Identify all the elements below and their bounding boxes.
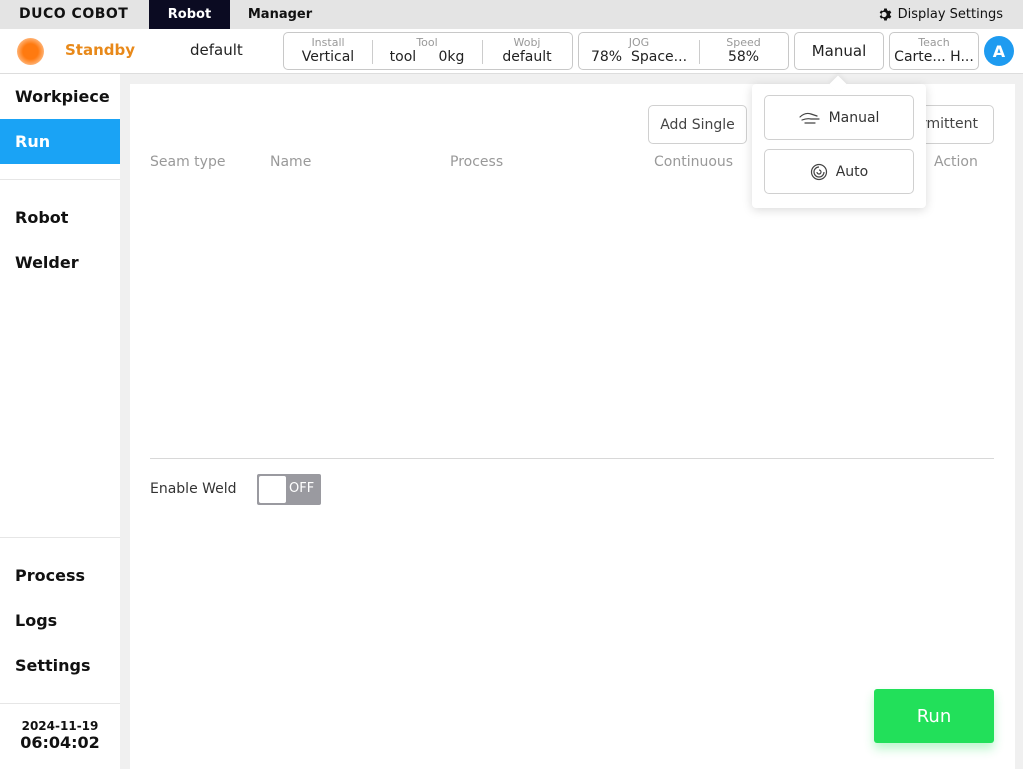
- column-header-continuous: Continuous: [654, 154, 734, 170]
- install-value: Vertical: [301, 49, 355, 65]
- install-label: Install: [311, 36, 345, 49]
- hand-icon: [798, 112, 820, 124]
- tool-name: tool: [389, 49, 417, 65]
- sidebar-item-workpiece[interactable]: Workpiece: [0, 74, 120, 119]
- sidebar-divider: [0, 537, 120, 538]
- gear-icon: [879, 8, 891, 21]
- mode-dropdown: Manual Auto: [752, 84, 926, 208]
- tab-manager[interactable]: Manager: [240, 0, 320, 29]
- column-header-name: Name: [270, 154, 312, 170]
- enable-weld-toggle[interactable]: OFF: [257, 474, 321, 505]
- jog-percent: 78%: [590, 49, 623, 65]
- jog-speed-group[interactable]: JOG 78% Space... Speed 58%: [578, 32, 789, 70]
- current-time: 06:04:02: [20, 733, 100, 752]
- avatar[interactable]: A: [984, 36, 1014, 66]
- wobj-value: default: [502, 49, 552, 65]
- sidebar-item-run[interactable]: Run: [0, 119, 120, 164]
- teach-label: Teach: [918, 36, 950, 49]
- sidebar-item-robot[interactable]: Robot: [0, 195, 120, 240]
- add-single-button[interactable]: Add Single: [648, 105, 747, 144]
- robot-state: Standby: [65, 41, 136, 59]
- mode-button[interactable]: Manual: [794, 32, 884, 70]
- toggle-state: OFF: [289, 481, 315, 496]
- tool-weight: 0kg: [438, 49, 465, 65]
- tool-label: Tool: [416, 36, 438, 49]
- wobj-label: Wobj: [513, 36, 541, 49]
- tool-value: tool 0kg: [390, 49, 465, 66]
- app-logo: DUCO COBOT: [19, 6, 129, 22]
- mode-option-manual[interactable]: Manual: [764, 95, 914, 140]
- jog-space: Space...: [631, 49, 688, 65]
- teach-cell[interactable]: Teach Carte... H...: [890, 33, 978, 69]
- sidebar-item-logs[interactable]: Logs: [0, 598, 120, 643]
- column-header-seam-type: Seam type: [150, 154, 226, 170]
- display-settings-label: Display Settings: [897, 7, 1003, 22]
- speed-label: Speed: [726, 36, 761, 49]
- jog-cell[interactable]: JOG 78% Space...: [579, 33, 699, 69]
- column-header-process: Process: [450, 154, 504, 170]
- current-date: 2024-11-19: [21, 719, 99, 733]
- display-settings-button[interactable]: Display Settings: [878, 0, 1003, 29]
- speed-value: 58%: [727, 49, 760, 65]
- mode-option-auto-label: Auto: [835, 163, 869, 180]
- status-bar: Standby default Install Vertical Tool to…: [0, 29, 1023, 74]
- program-name[interactable]: default: [190, 41, 243, 59]
- sidebar-item-welder[interactable]: Welder: [0, 240, 120, 285]
- robot-config-group[interactable]: Install Vertical Tool tool 0kg Wobj defa…: [283, 32, 573, 70]
- install-cell[interactable]: Install Vertical: [284, 33, 372, 69]
- wobj-cell[interactable]: Wobj default: [482, 33, 572, 69]
- tool-cell[interactable]: Tool tool 0kg: [372, 33, 482, 69]
- column-header-action: Action: [934, 154, 978, 170]
- jog-label: JOG: [628, 36, 650, 49]
- sidebar-item-settings[interactable]: Settings: [0, 643, 120, 688]
- mode-option-auto[interactable]: Auto: [764, 149, 914, 194]
- run-button[interactable]: Run: [874, 689, 994, 743]
- auto-icon: [810, 163, 827, 180]
- teach-value: Carte... H...: [894, 49, 974, 65]
- table-divider: [150, 458, 994, 459]
- datetime: 2024-11-19 06:04:02: [0, 719, 120, 752]
- sidebar: Workpiece Run Robot Welder Process Logs …: [0, 74, 120, 769]
- sidebar-divider: [0, 179, 120, 180]
- teach-group[interactable]: Teach Carte... H...: [889, 32, 979, 70]
- toggle-knob: [259, 476, 286, 503]
- top-bar: DUCO COBOT Robot Manager Display Setting…: [0, 0, 1023, 29]
- enable-weld-label: Enable Weld: [150, 481, 237, 497]
- tab-robot[interactable]: Robot: [149, 0, 230, 29]
- jog-value: 78% Space...: [591, 49, 687, 66]
- sidebar-item-process[interactable]: Process: [0, 553, 120, 598]
- sidebar-divider: [0, 703, 120, 704]
- speed-cell[interactable]: Speed 58%: [699, 33, 788, 69]
- status-indicator-icon: [17, 38, 44, 65]
- mode-option-manual-label: Manual: [828, 109, 880, 126]
